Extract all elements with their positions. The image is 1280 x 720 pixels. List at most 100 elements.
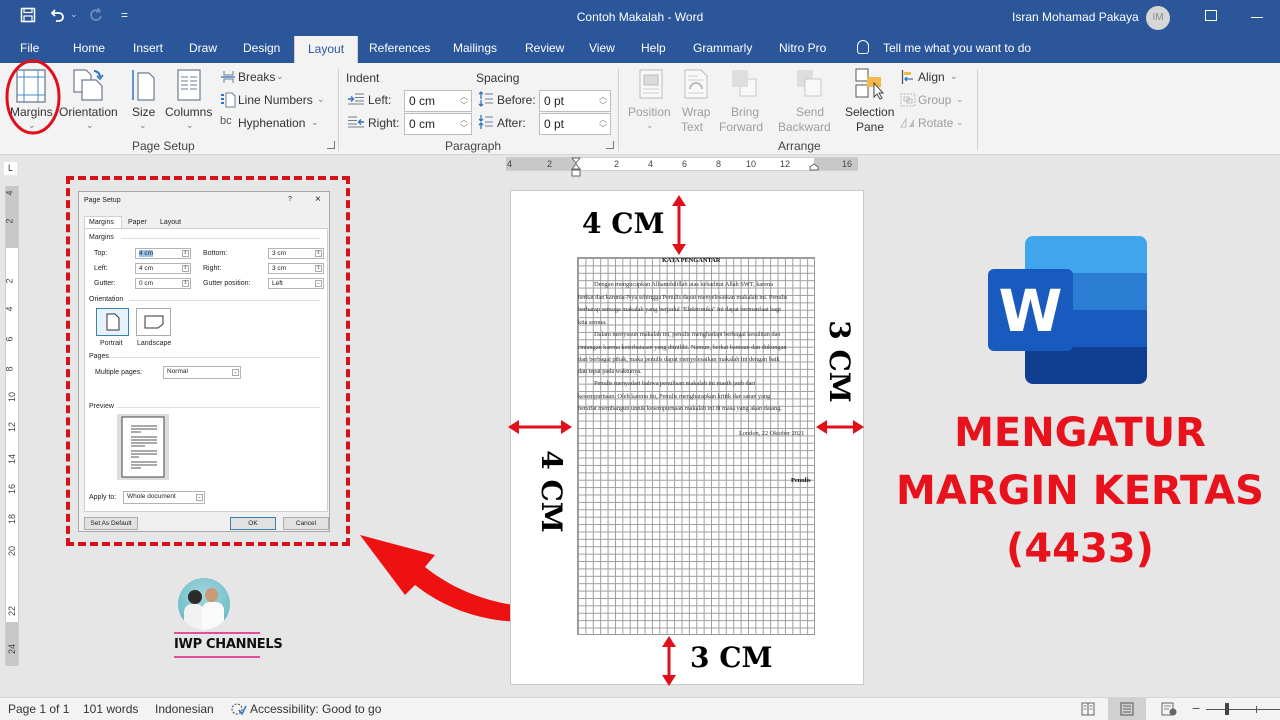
indent-right-label: Right: xyxy=(368,116,400,130)
word-count[interactable]: 101 words xyxy=(83,702,138,716)
headline-line-2: MARGIN KERTAS xyxy=(896,468,1264,514)
zoom-slider[interactable] xyxy=(1206,709,1280,710)
group-label-arrange: Arrange xyxy=(778,139,821,153)
ribbon-layout: Margins ⌄ Orientation ⌄ Size ⌄ Columns ⌄… xyxy=(0,59,1280,155)
page-setup-launcher-icon[interactable] xyxy=(327,141,335,149)
ribbon-display-options-icon[interactable] xyxy=(1205,10,1217,21)
tab-selector[interactable]: L xyxy=(4,162,17,175)
chevron-down-icon: ⌄ xyxy=(646,120,654,130)
spinner-arrows-icon[interactable]: ︿ ﹀ xyxy=(460,115,468,133)
multiple-pages-select[interactable]: Normal ⌄ xyxy=(163,366,241,379)
tell-me-search[interactable]: Tell me what you want to do xyxy=(883,41,1031,55)
spinner-icon[interactable]: ⇕ xyxy=(182,250,189,257)
tab-file[interactable]: File xyxy=(20,41,39,55)
print-layout-icon xyxy=(1120,702,1134,716)
print-layout-button[interactable] xyxy=(1108,698,1146,720)
spinner-arrows-icon[interactable]: ︿ ﹀ xyxy=(599,115,607,133)
dialog-title: Page Setup xyxy=(84,197,121,204)
tab-review[interactable]: Review xyxy=(525,41,564,55)
line-numbers-icon xyxy=(221,92,236,108)
tab-mailings[interactable]: Mailings xyxy=(453,41,497,55)
tab-design[interactable]: Design xyxy=(243,41,280,55)
indent-right-value: 0 cm xyxy=(409,117,436,131)
close-button[interactable]: × xyxy=(315,194,321,205)
top-margin-annotation: 4 CM xyxy=(582,207,665,240)
read-mode-icon[interactable] xyxy=(1081,702,1095,716)
spinner-icon[interactable]: ⇕ xyxy=(315,265,322,272)
indent-right-input[interactable]: 0 cm ︿ ﹀ xyxy=(404,113,472,135)
tab-layout[interactable]: Layout xyxy=(294,36,359,63)
gutter-value: 0 cm xyxy=(139,280,154,287)
spinner-arrows-icon[interactable]: ︿ ﹀ xyxy=(460,92,468,110)
spacing-after-icon xyxy=(478,115,493,129)
tab-draw[interactable]: Draw xyxy=(189,41,217,55)
indent-marker-icon[interactable] xyxy=(571,157,581,179)
ruler-tick: 14 xyxy=(7,453,18,465)
tab-layout[interactable]: Layout xyxy=(160,219,181,226)
apply-to-select[interactable]: Whole document ⌄ xyxy=(123,491,205,504)
web-layout-icon[interactable] xyxy=(1161,702,1177,716)
landscape-option[interactable] xyxy=(136,308,171,336)
ruler-tick: 4 xyxy=(4,190,15,196)
tab-home[interactable]: Home xyxy=(73,41,105,55)
tab-paper[interactable]: Paper xyxy=(128,219,147,226)
user-name[interactable]: Isran Mohamad Pakaya xyxy=(1012,10,1139,24)
double-arrow-icon xyxy=(672,195,686,255)
multiple-pages-label: Multiple pages: xyxy=(95,369,143,376)
document-line: berkat dan karunia-Nya sehingga Penulis … xyxy=(578,294,788,301)
document-line: Penulis menyadari bahwa penulisan makala… xyxy=(594,380,756,387)
zoom-slider-thumb[interactable] xyxy=(1225,703,1229,715)
position-label: Position xyxy=(628,105,671,119)
breaks-label: Breaks xyxy=(238,70,276,84)
spinner-icon[interactable]: ⇕ xyxy=(182,265,189,272)
paragraph-launcher-icon[interactable] xyxy=(606,141,614,149)
chevron-down-icon: ⌄ xyxy=(139,120,147,130)
tab-insert[interactable]: Insert xyxy=(133,41,163,55)
bottom-margin-input[interactable]: 3 cm ⇕ xyxy=(268,248,324,259)
cancel-button[interactable]: Cancel xyxy=(283,517,329,530)
left-margin-input[interactable]: 4 cm ⇕ xyxy=(135,263,191,274)
group-icon xyxy=(900,93,916,107)
tab-view[interactable]: View xyxy=(589,41,615,55)
tab-grammarly[interactable]: Grammarly xyxy=(693,41,752,55)
set-as-default-button[interactable]: Set As Default xyxy=(84,517,138,530)
help-button[interactable]: ? xyxy=(288,196,292,203)
page-count[interactable]: Page 1 of 1 xyxy=(8,702,69,716)
size-icon xyxy=(132,70,155,101)
highlight-circle xyxy=(5,59,61,135)
spacing-after-input[interactable]: 0 pt ︿ ﹀ xyxy=(539,113,611,135)
spinner-icon[interactable]: ⇕ xyxy=(182,280,189,287)
spinner-icon[interactable]: ⇕ xyxy=(315,250,322,257)
indent-left-label: Left: xyxy=(368,93,392,107)
landscape-icon xyxy=(144,315,164,329)
accessibility-status[interactable]: Accessibility: Good to go xyxy=(250,702,381,716)
right-indent-marker-icon[interactable] xyxy=(809,163,819,171)
spinner-arrows-icon[interactable]: ︿ ﹀ xyxy=(599,92,607,110)
portrait-label: Portrait xyxy=(100,340,123,347)
hyphenation-icon: bc xyxy=(220,115,232,127)
zoom-out-button[interactable]: − xyxy=(1192,700,1200,716)
vertical-ruler[interactable]: 4 2 2 4 6 8 10 12 14 16 18 20 22 24 xyxy=(5,186,19,666)
top-margin-input[interactable]: 4 cm ⇕ xyxy=(135,248,191,259)
gutter-input[interactable]: 0 cm ⇕ xyxy=(135,278,191,289)
horizontal-ruler[interactable]: 4 2 2 4 6 8 10 12 16 xyxy=(506,157,858,177)
avatar[interactable]: IM xyxy=(1146,6,1170,30)
double-arrow-icon xyxy=(508,420,572,434)
indent-left-input[interactable]: 0 cm ︿ ﹀ xyxy=(404,90,472,112)
rotate-label: Rotate xyxy=(918,116,954,130)
tab-references[interactable]: References xyxy=(369,41,430,55)
bottom-margin-value: 3 cm xyxy=(272,250,287,257)
tab-nitro-pro[interactable]: Nitro Pro xyxy=(779,41,826,55)
right-margin-input[interactable]: 3 cm ⇕ xyxy=(268,263,324,274)
gutter-position-select[interactable]: Left ⌄ xyxy=(268,278,324,289)
tab-help[interactable]: Help xyxy=(641,41,666,55)
ok-button[interactable]: OK xyxy=(230,517,276,530)
minimize-button[interactable] xyxy=(1251,17,1263,18)
text-area-grid[interactable] xyxy=(577,257,815,635)
ruler-tick: 4 xyxy=(648,159,654,169)
top-margin-value: 4 cm xyxy=(139,250,154,257)
portrait-option[interactable] xyxy=(96,308,129,336)
language[interactable]: Indonesian xyxy=(155,702,214,716)
spacing-before-input[interactable]: 0 pt ︿ ﹀ xyxy=(539,90,611,112)
ruler-tick: 12 xyxy=(7,421,18,433)
